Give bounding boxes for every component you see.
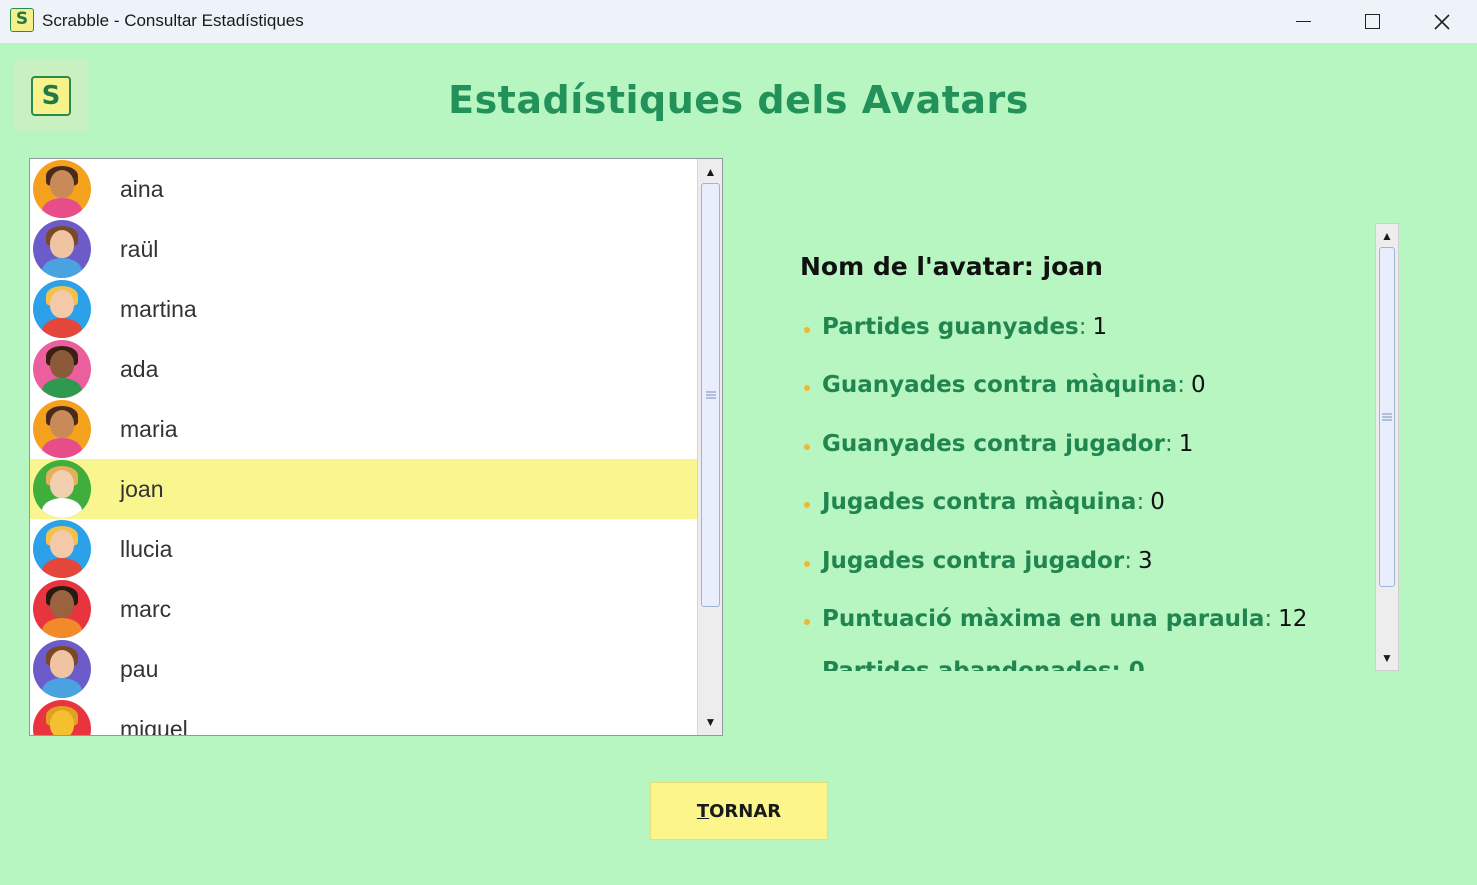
stat-value: 3 (1137, 547, 1153, 574)
avatar-image (33, 460, 91, 518)
avatar-image (33, 640, 91, 698)
avatar-image (33, 580, 91, 638)
avatar-name: martina (120, 295, 197, 322)
tornar-label: ORNAR (709, 800, 782, 822)
stat-row: Jugades contra màquina:0 (804, 482, 1165, 522)
window-title: Scrabble - Consultar Estadístiques (42, 11, 304, 30)
avatar-name: joan (120, 475, 164, 502)
avatar-name: llucia (120, 535, 173, 562)
avatar-list-item[interactable]: pau (30, 639, 697, 699)
minimize-button[interactable] (1268, 0, 1338, 43)
maximize-icon (1364, 14, 1380, 29)
minimize-icon (1295, 20, 1311, 23)
stats-scrollbar[interactable]: ▲ ▼ (1375, 223, 1399, 671)
avatar-list[interactable]: aina raül martina ada maria joan llucia marc pau… (29, 158, 723, 736)
tornar-mnemonic: T (696, 800, 710, 822)
avatar-name: pau (120, 655, 159, 682)
stat-value: 0 (1190, 372, 1206, 399)
avatar-list-item[interactable]: llucia (30, 519, 697, 579)
bullet-icon (804, 619, 810, 625)
avatar-name: raül (120, 235, 159, 262)
app-icon: S (10, 8, 34, 32)
bullet-icon (804, 443, 810, 450)
bullet-icon (804, 385, 810, 392)
avatar-list-items: aina raül martina ada maria joan llucia marc pau… (30, 159, 697, 736)
window-titlebar: S Scrabble - Consultar Estadístiques (0, 0, 1477, 43)
stats-scroll-thumb[interactable] (1379, 247, 1395, 587)
avatar-list-item[interactable]: maria (30, 399, 697, 459)
scroll-thumb[interactable] (701, 183, 720, 607)
stat-row: Guanyades contra jugador:1 (804, 424, 1193, 464)
bullet-icon (804, 327, 810, 333)
avatar-image (33, 700, 91, 735)
close-icon (1434, 13, 1450, 30)
stat-label: Guanyades contra jugador (822, 430, 1165, 457)
grip-icon (705, 391, 716, 399)
avatar-image (33, 160, 91, 218)
close-button[interactable] (1407, 0, 1477, 43)
stat-value: 1 (1178, 430, 1194, 457)
avatar-list-item[interactable]: ada (30, 339, 697, 399)
avatar-image (33, 280, 91, 338)
stat-value: 0 (1150, 489, 1165, 516)
stat-row-cut: Partides abandonades: 0 (804, 651, 1145, 671)
scroll-up-arrow[interactable]: ▲ (698, 161, 722, 183)
avatar-image (33, 220, 91, 278)
stats-heading: Nom de l'avatar: joan (800, 252, 1103, 281)
avatar-list-item[interactable]: marc (30, 579, 697, 639)
avatar-image (33, 520, 91, 578)
stats-scroll-down-arrow[interactable]: ▼ (1376, 647, 1398, 669)
avatar-image (33, 340, 91, 398)
avatar-list-item[interactable]: raül (30, 219, 697, 279)
avatar-list-item[interactable]: martina (30, 279, 697, 339)
avatar-name: marc (120, 595, 172, 622)
stat-row: Jugades contra jugador:3 (804, 541, 1153, 581)
maximize-button[interactable] (1337, 0, 1407, 43)
stat-row: Puntuació màxima en una paraula:12 (804, 599, 1307, 639)
avatar-name: aina (120, 175, 164, 202)
bullet-icon (804, 560, 810, 567)
stat-label: Jugades contra jugador (822, 547, 1125, 574)
stat-cut-text: Partides abandonades: 0 (822, 658, 1145, 671)
stat-row: Partides guanyades:1 (804, 307, 1107, 347)
stat-label: Guanyades contra màquina (822, 372, 1178, 399)
stat-value: 1 (1092, 314, 1108, 340)
stats-panel: Nom de l'avatar: joan Partides guanyades… (780, 225, 1370, 671)
bullet-icon (804, 502, 810, 509)
avatar-list-item[interactable]: joan (30, 459, 697, 519)
stat-label: Puntuació màxima en una paraula (822, 606, 1265, 632)
stats-scroll-up-arrow[interactable]: ▲ (1376, 225, 1398, 247)
stat-row: Guanyades contra màquina:0 (804, 365, 1206, 405)
stat-label: Jugades contra màquina (822, 489, 1137, 516)
avatar-name: miquel (120, 715, 188, 736)
grip-icon (1382, 413, 1392, 421)
stat-value: 12 (1278, 606, 1308, 632)
avatar-list-item[interactable]: miquel (30, 699, 697, 736)
avatar-name: maria (120, 415, 178, 442)
page-title: Estadístiques dels Avatars (448, 78, 1029, 122)
avatar-list-scrollbar[interactable]: ▲ ▼ (697, 159, 722, 735)
avatar-name: ada (120, 355, 159, 382)
avatar-image (33, 400, 91, 458)
tornar-button[interactable]: T ORNAR (650, 782, 828, 840)
avatar-list-item[interactable]: aina (30, 159, 697, 219)
scroll-down-arrow[interactable]: ▼ (698, 711, 722, 733)
stat-label: Partides guanyades (822, 314, 1079, 340)
